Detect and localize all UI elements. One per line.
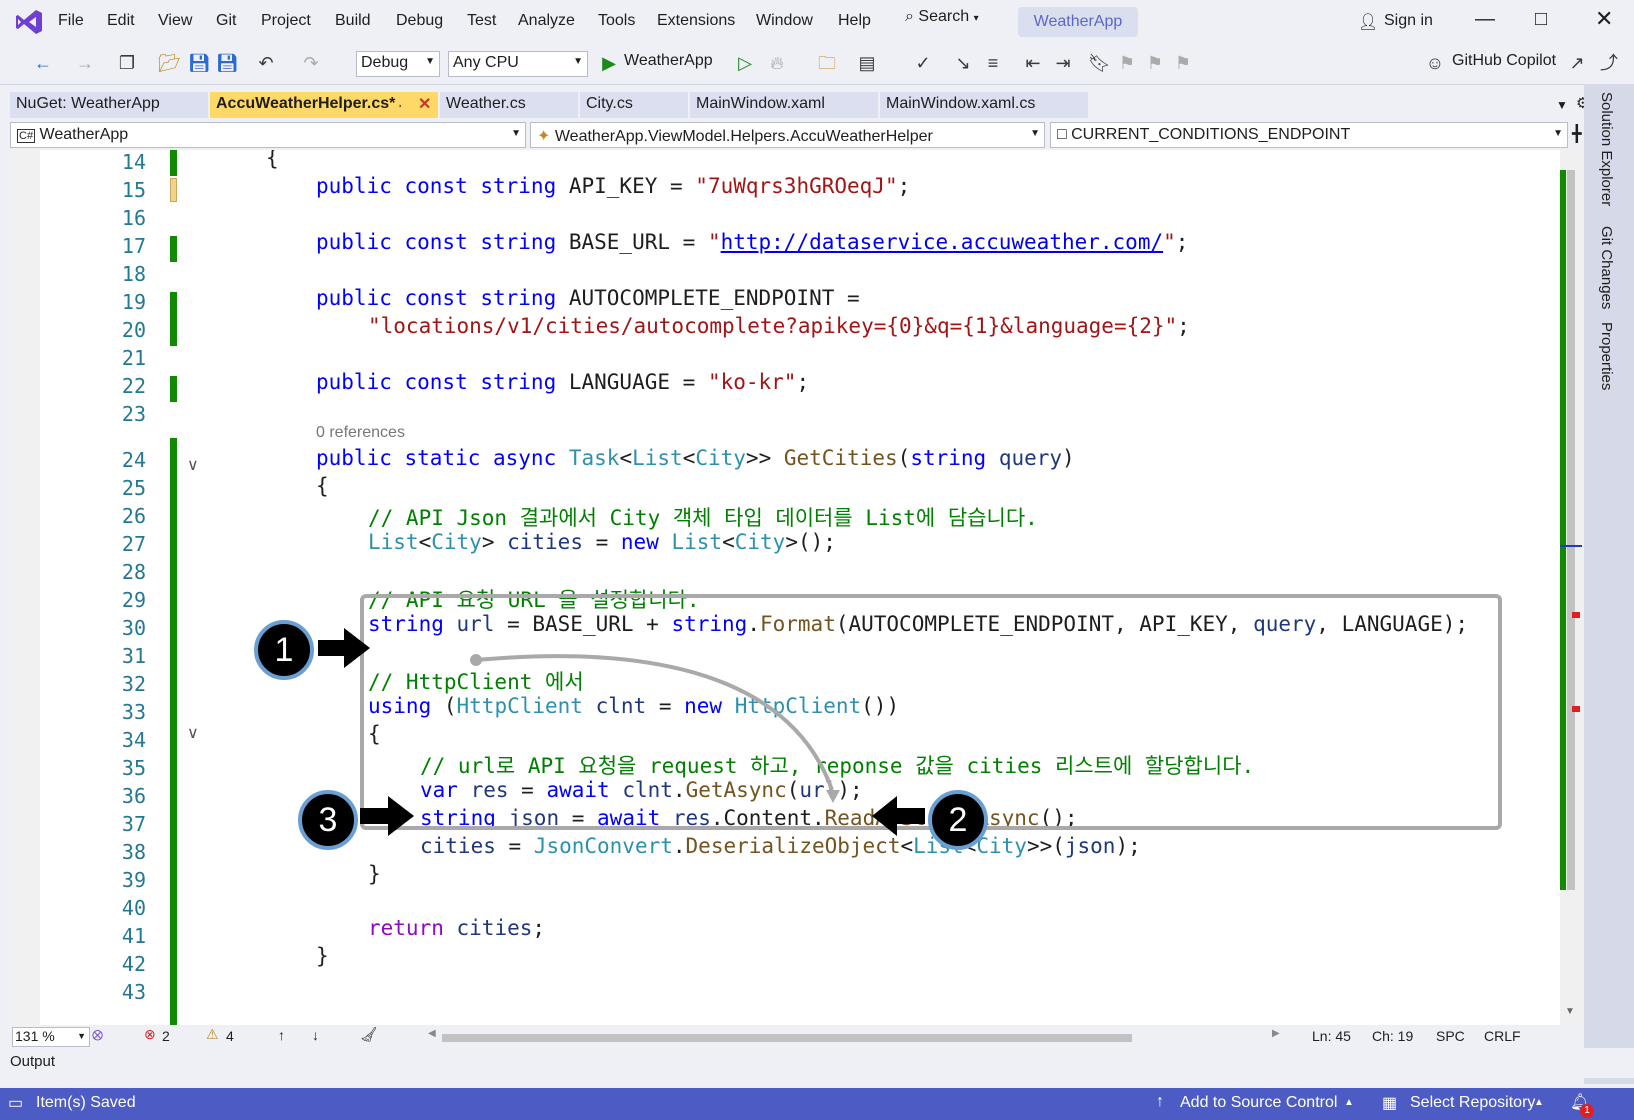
status-bar: ▭ Item(s) Saved ↑ Add to Source Control … — [0, 1088, 1634, 1120]
chevron-down-icon: ▼ — [77, 1031, 86, 1041]
column-indicator[interactable]: Ch: 19 — [1372, 1028, 1413, 1044]
annotation-badge-1: 1 — [254, 620, 314, 680]
git-changes-tab[interactable]: Git Changes — [1598, 226, 1615, 309]
zoom-value: 131 % — [15, 1028, 55, 1044]
code-cleanup-icon[interactable]: 🧹︎ — [360, 1026, 378, 1043]
properties-tab[interactable]: Properties — [1598, 322, 1615, 390]
scroll-error-marker — [1572, 612, 1580, 618]
status-message: Item(s) Saved — [36, 1094, 136, 1111]
line-ending-indicator[interactable]: CRLF — [1484, 1028, 1521, 1044]
add-to-source-control-button[interactable]: Add to Source Control — [1180, 1094, 1337, 1112]
chevron-up-icon: ▲ — [1534, 1097, 1544, 1108]
side-panel: Solution Explorer Git Changes Properties — [1584, 84, 1634, 1084]
scroll-change-marker — [1560, 170, 1566, 890]
upload-icon: ↑ — [1156, 1093, 1164, 1110]
error-icon[interactable]: ⊗ — [144, 1026, 156, 1043]
line-indicator[interactable]: Ln: 45 — [1312, 1028, 1351, 1044]
chevron-up-icon: ▲ — [1344, 1097, 1354, 1108]
output-panel-tab[interactable]: Output — [0, 1048, 1634, 1078]
vertical-scrollbar[interactable]: ▼ — [1560, 150, 1582, 1026]
annotation-badge-3: 3 — [298, 790, 358, 850]
scrollbar-thumb[interactable] — [1567, 170, 1575, 890]
editor-status-bar: 131 % ▼ ⭙ ⊗ 2 ⚠ 4 ↑ ↓ 🧹︎ ◀ ▶ Ln: 45 Ch: … — [10, 1026, 1582, 1048]
annotation-arrows — [318, 628, 925, 836]
scroll-right-icon[interactable]: ▶ — [1272, 1028, 1280, 1039]
notification-count-badge: 1 — [1580, 1104, 1594, 1118]
scroll-down-icon[interactable]: ▼ — [1565, 1006, 1575, 1017]
scroll-error-marker — [1572, 706, 1580, 712]
scroll-caret-marker — [1560, 545, 1582, 547]
solution-explorer-tab[interactable]: Solution Explorer — [1598, 92, 1615, 206]
zoom-select[interactable]: 131 % ▼ — [12, 1027, 90, 1047]
spacing-indicator[interactable]: SPC — [1436, 1028, 1465, 1044]
warning-count[interactable]: 4 — [226, 1028, 234, 1044]
error-count[interactable]: 2 — [162, 1028, 170, 1044]
warning-icon[interactable]: ⚠ — [206, 1026, 219, 1043]
horizontal-scrollbar-thumb[interactable] — [442, 1034, 1132, 1042]
scroll-left-icon[interactable]: ◀ — [428, 1028, 436, 1039]
repository-icon: ▦ — [1382, 1095, 1398, 1112]
message-icon: ▭ — [8, 1095, 24, 1112]
annotation-badge-2: 2 — [928, 790, 988, 850]
next-issue-icon[interactable]: ↓ — [312, 1027, 319, 1043]
select-repository-button[interactable]: Select Repository — [1410, 1094, 1535, 1112]
output-label: Output — [10, 1053, 56, 1070]
health-icon[interactable]: ⭙ — [92, 1027, 103, 1044]
previous-issue-icon[interactable]: ↑ — [278, 1027, 285, 1043]
